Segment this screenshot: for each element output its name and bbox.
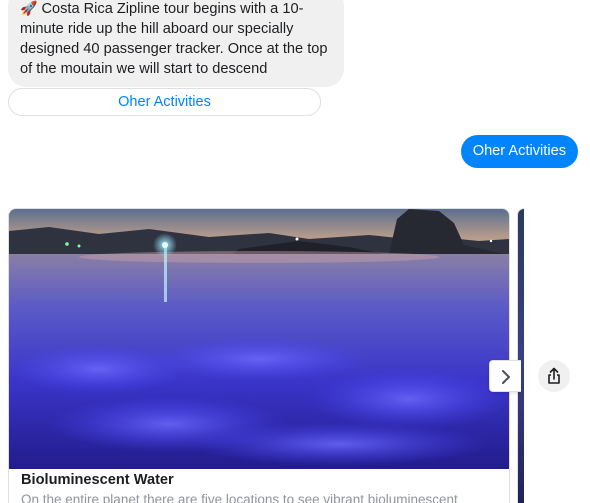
share-button[interactable] xyxy=(538,360,570,392)
card-subtitle: On the entire planet there are five loca… xyxy=(21,492,458,503)
carousel-next-button[interactable] xyxy=(489,360,521,392)
share-icon xyxy=(548,367,560,384)
rocket-emoji: 🚀 xyxy=(20,0,38,16)
card-title: Bioluminescent Water xyxy=(21,472,174,488)
user-message-bubble: Oher Activities xyxy=(460,135,578,168)
bot-message-bubble: 🚀 Costa Rica Zipline tour begins with a 1… xyxy=(8,0,344,87)
chevron-right-icon xyxy=(502,370,510,384)
bot-message-text: Costa Rica Zipline tour begins with a 10… xyxy=(20,1,328,77)
next-carousel-card-peek[interactable] xyxy=(517,208,524,503)
carousel-card-bioluminescent-water[interactable]: Bioluminescent Water On the entire plane… xyxy=(8,208,510,503)
messenger-conversation: 🚀 Costa Rica Zipline tour begins with a 1… xyxy=(0,0,590,503)
card-image[interactable] xyxy=(9,209,509,469)
quick-reply-other-activities-button[interactable]: Oher Activities xyxy=(8,88,321,116)
